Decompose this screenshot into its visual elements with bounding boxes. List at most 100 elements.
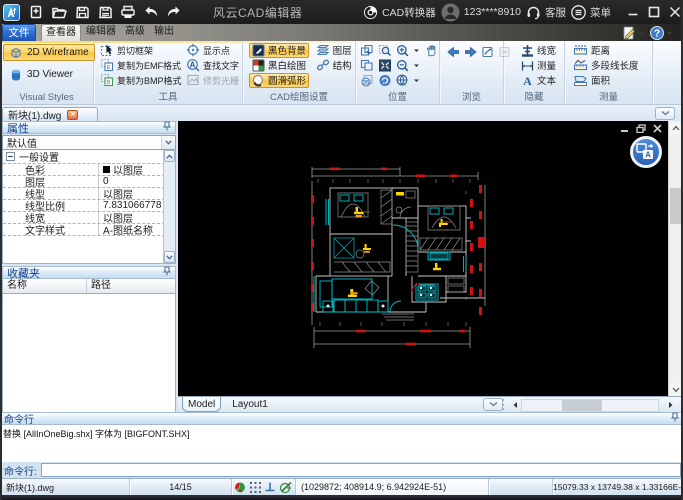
splitter-grip[interactable]: [502, 399, 506, 410]
inner-restore-icon[interactable]: [636, 124, 646, 136]
property-set-select[interactable]: 默认值: [2, 135, 176, 150]
forward-arrow-icon[interactable]: [464, 46, 477, 58]
lineweight-button[interactable]: 线宽: [518, 43, 559, 58]
command-input[interactable]: [41, 463, 681, 477]
document-close-icon[interactable]: ✕: [67, 110, 78, 120]
menu-button[interactable]: 菜单: [571, 5, 611, 20]
grid-toggle-icon[interactable]: [249, 481, 262, 494]
support-button[interactable]: 客服: [526, 5, 566, 20]
inner-minimize-icon[interactable]: [620, 124, 629, 136]
ortho-toggle-icon[interactable]: [264, 481, 276, 493]
trim-raster-button[interactable]: 修剪光栅: [183, 73, 242, 88]
zoom-previous-icon[interactable]: [378, 74, 392, 87]
favorites-pin-icon[interactable]: [163, 266, 171, 279]
open-file-button[interactable]: [49, 3, 69, 21]
copy-bmp-button[interactable]: B复制为BMP格式: [97, 73, 185, 88]
distance-button[interactable]: 距离: [570, 43, 613, 58]
polyline-length-button[interactable]: 多段线长度: [570, 58, 642, 73]
property-row-textstyle[interactable]: 文字样式 A-图纸名称: [3, 224, 175, 236]
draw-toggle-icon[interactable]: [279, 481, 293, 494]
copy-bmp-icon: B: [100, 73, 114, 87]
hscroll-right-icon[interactable]: [664, 398, 677, 411]
status-spacer: [489, 479, 553, 495]
view-3d-icon[interactable]: 35: [360, 74, 374, 87]
user-account[interactable]: 123****8910: [441, 3, 521, 22]
tab-model[interactable]: Model: [182, 397, 221, 412]
zoom-in-dropdown-icon[interactable]: [413, 44, 420, 57]
maximize-button[interactable]: [646, 3, 662, 21]
scroll-down-icon[interactable]: [164, 251, 175, 263]
bw-drawing-button[interactable]: 黑白绘图: [249, 58, 309, 73]
properties-scrollbar[interactable]: [163, 150, 175, 263]
collapse-panel-button[interactable]: [655, 107, 675, 120]
clip-frame-button[interactable]: 剪切框架: [97, 43, 156, 58]
hscroll-left-icon[interactable]: [508, 398, 521, 411]
zoom-extents-icon[interactable]: [378, 59, 392, 72]
new-file-button[interactable]: [26, 3, 46, 21]
area-button[interactable]: 面积: [570, 73, 613, 88]
hscroll-thumb[interactable]: [562, 400, 602, 411]
show-points-button[interactable]: 显示点: [183, 43, 233, 58]
image-convert-badge[interactable]: A: [630, 136, 662, 168]
copy-emf-button[interactable]: E复制为EMF格式: [97, 58, 184, 73]
command-input-row: 命令行:: [0, 462, 683, 478]
zoom-in-icon[interactable]: [396, 44, 409, 57]
inner-close-icon[interactable]: [653, 124, 662, 136]
annotate-button[interactable]: [622, 24, 646, 41]
pan-hand-icon[interactable]: [425, 44, 438, 57]
copy-view-icon[interactable]: [360, 59, 374, 72]
tab-advanced[interactable]: 高级: [121, 24, 149, 41]
canvas-vscroll-thumb[interactable]: [670, 188, 681, 224]
zoom-window-icon[interactable]: [378, 44, 392, 57]
tab-layout1[interactable]: Layout1: [227, 397, 273, 412]
command-pin-icon[interactable]: [671, 412, 679, 425]
3d-viewer-button[interactable]: 3D Viewer: [3, 66, 79, 83]
converter-icon: [363, 5, 378, 20]
named-views-dropdown-icon[interactable]: [413, 74, 420, 87]
page-setup-icon[interactable]: [481, 46, 494, 58]
named-views-icon[interactable]: [396, 74, 409, 87]
black-background-button[interactable]: 黑色背景: [249, 43, 309, 58]
user-id: 123****8910: [464, 6, 521, 18]
command-panel-header: 命令行: [0, 412, 683, 425]
tab-viewer[interactable]: 查看器: [41, 24, 81, 41]
layers-button[interactable]: 图层: [313, 43, 355, 58]
save-as-button[interactable]: [95, 3, 115, 21]
osnap-toggle-icon[interactable]: [234, 481, 246, 494]
cad-converter-button[interactable]: CAD转换器: [363, 5, 436, 20]
minimize-button[interactable]: [625, 3, 641, 21]
properties-header: 属性: [2, 121, 176, 134]
pan-page-icon[interactable]: [360, 44, 374, 57]
layout-collapse-button[interactable]: [483, 398, 503, 411]
back-arrow-icon[interactable]: [447, 46, 460, 58]
undo-button[interactable]: [141, 3, 161, 21]
find-text-button[interactable]: A查找文字: [183, 58, 242, 73]
print-button[interactable]: [118, 3, 138, 21]
drawing-canvas[interactable]: A: [178, 121, 668, 396]
smooth-arc-button[interactable]: 圆滑弧形: [249, 73, 309, 88]
svg-text:35: 35: [363, 80, 370, 86]
zoom-out-dropdown-icon[interactable]: [413, 59, 420, 72]
zoom-out-icon[interactable]: [396, 59, 409, 72]
structure-button[interactable]: 结构: [313, 58, 355, 73]
hide-text-button[interactable]: A文本: [518, 73, 559, 88]
scroll-up-icon[interactable]: [164, 150, 175, 162]
tab-output[interactable]: 输出: [150, 24, 178, 41]
hide-measure-button[interactable]: 测量: [518, 58, 559, 73]
save-button[interactable]: [72, 3, 92, 21]
favorites-list[interactable]: [2, 294, 176, 413]
help-button[interactable]: ?: [650, 24, 675, 41]
2d-wireframe-button[interactable]: 2D Wireframe: [3, 44, 95, 61]
tab-editor[interactable]: 编辑器: [82, 24, 120, 41]
canvas-vertical-scrollbar[interactable]: [668, 121, 681, 396]
column-name[interactable]: 名称: [3, 279, 87, 293]
redo-button[interactable]: [164, 3, 184, 21]
show-points-icon: [186, 43, 200, 57]
properties-pin-icon[interactable]: [163, 121, 171, 134]
hscroll-track[interactable]: [521, 399, 659, 412]
collapse-group-icon[interactable]: [6, 152, 15, 161]
column-path[interactable]: 路径: [87, 279, 111, 293]
tab-file[interactable]: 文件: [2, 24, 36, 41]
command-output[interactable]: 替换 [AllInOneBig.shx] 字体为 [BIGFONT.SHX]: [0, 425, 683, 462]
trim-raster-icon: [186, 73, 200, 87]
